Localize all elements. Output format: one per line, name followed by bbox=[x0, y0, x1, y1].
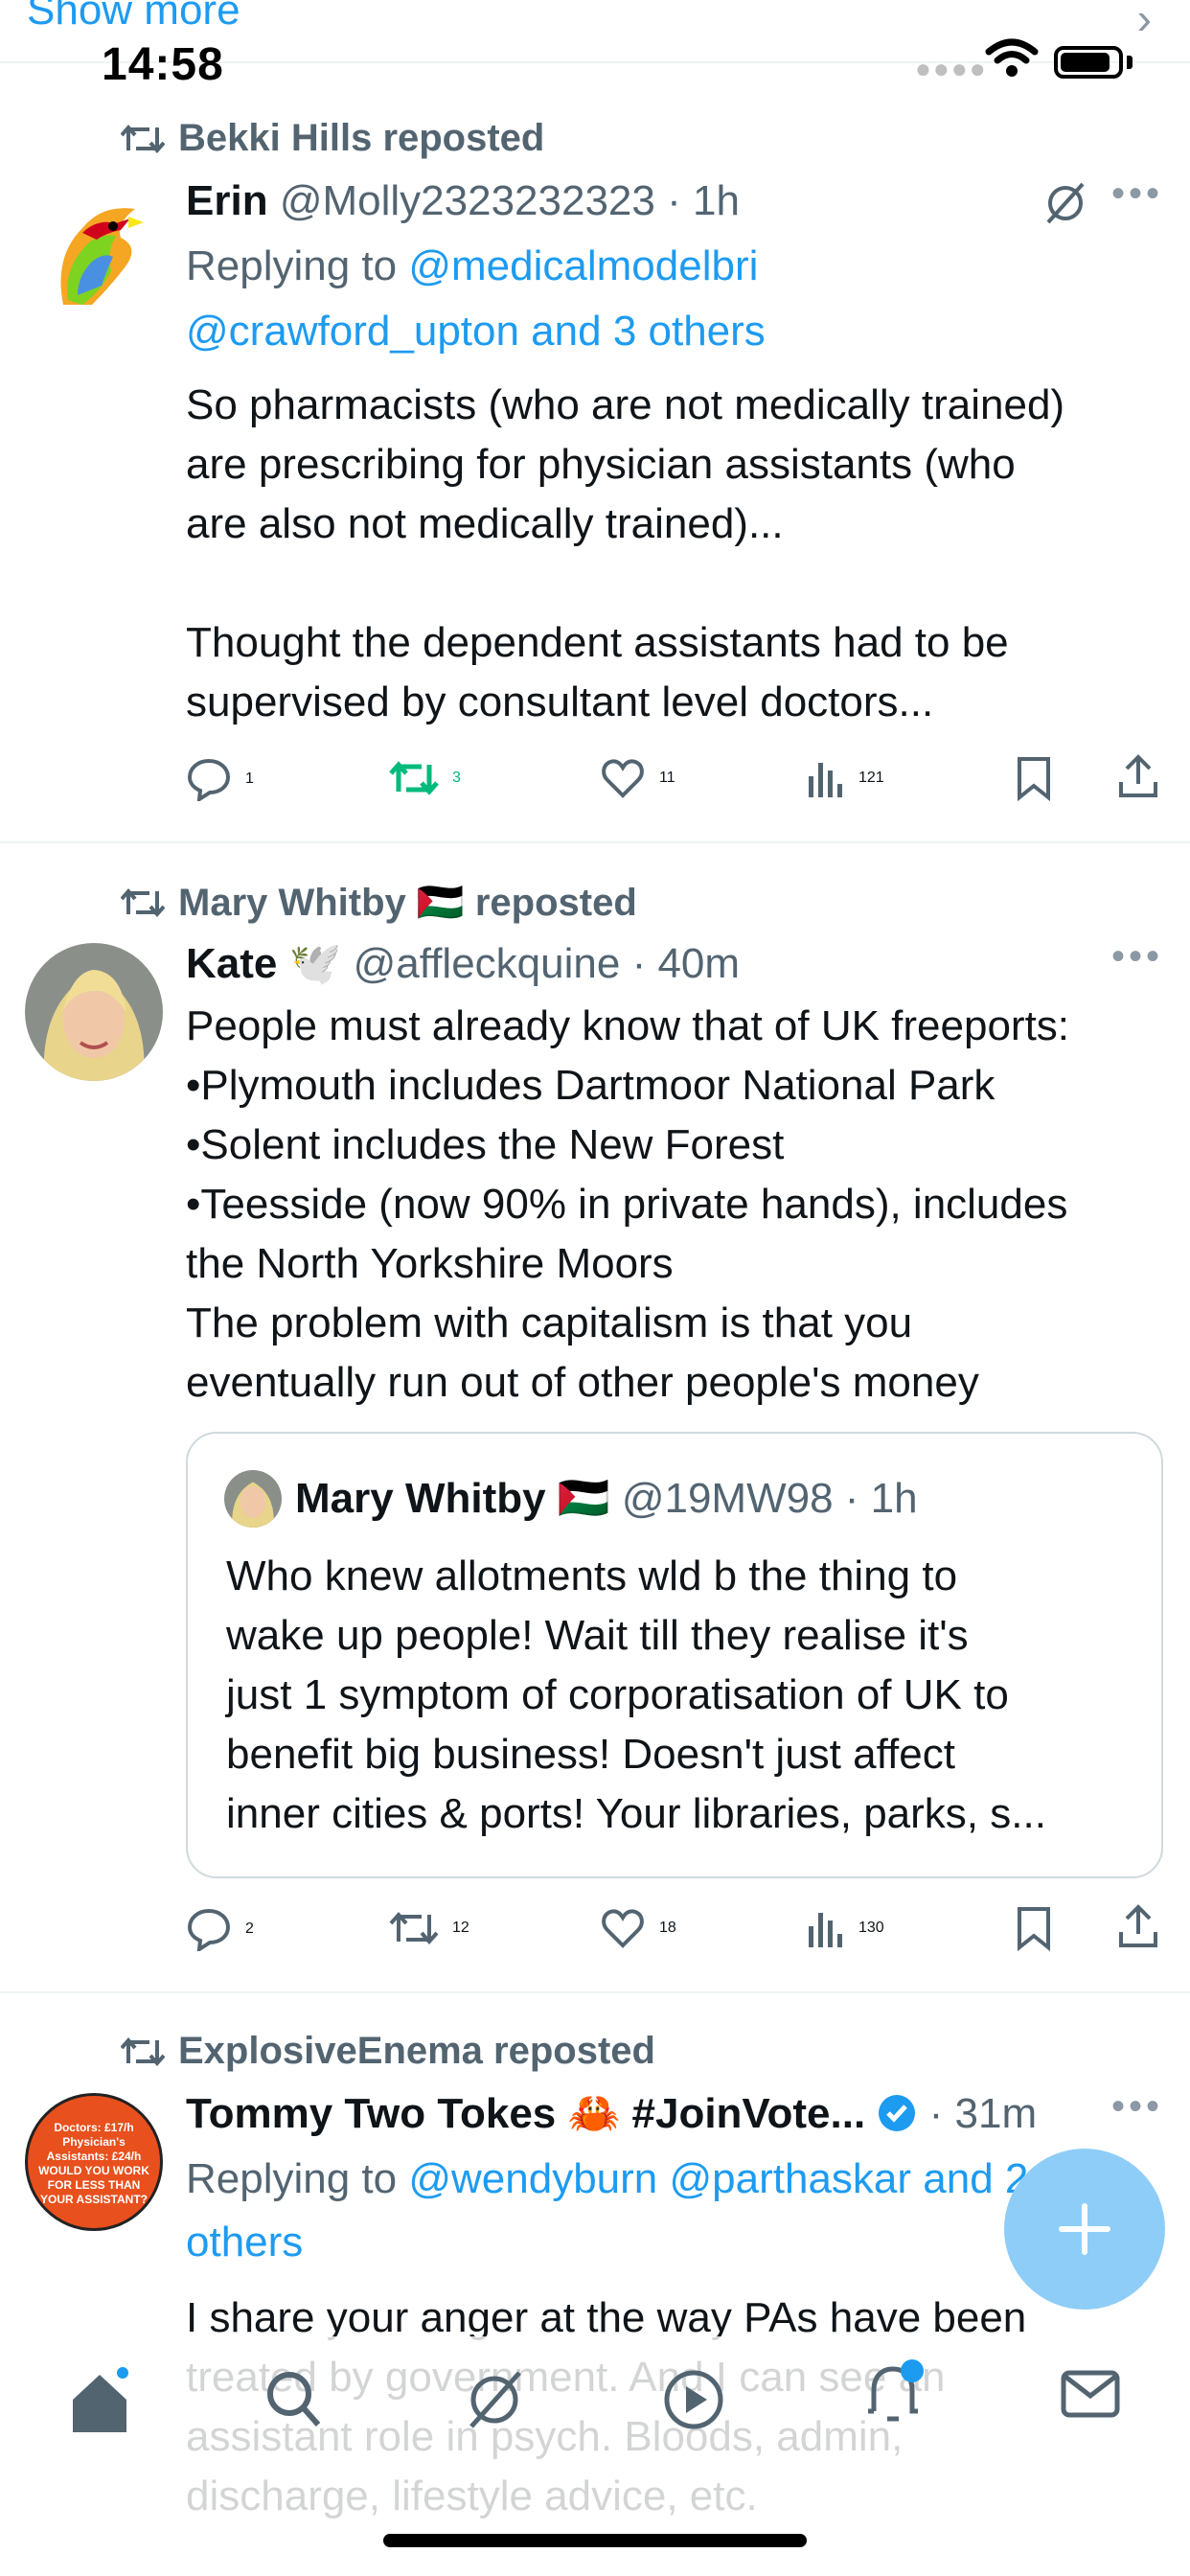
avatar[interactable] bbox=[25, 180, 163, 318]
repost-icon bbox=[121, 2036, 165, 2066]
grok-icon[interactable] bbox=[464, 2367, 525, 2432]
tweet-text: So pharmacists (who are not medically tr… bbox=[186, 381, 1065, 725]
heart-icon bbox=[602, 759, 644, 798]
tweet-header: Kate 🕊️ @affleckquine · 40m bbox=[186, 937, 740, 991]
views-button[interactable]: 130 bbox=[807, 1907, 884, 1949]
reply-button[interactable]: 1 bbox=[186, 757, 254, 801]
chevron-right-icon[interactable]: › bbox=[1137, 0, 1152, 44]
avatar[interactable] bbox=[25, 943, 163, 1081]
battery-tip bbox=[1127, 56, 1133, 69]
tweet-header: Tommy Two Tokes 🦀 #JoinVote... · 31m bbox=[186, 2087, 1037, 2141]
like-count: 11 bbox=[659, 770, 675, 786]
home-icon[interactable] bbox=[67, 2367, 132, 2436]
quote-avatar bbox=[224, 1470, 282, 1528]
repost-icon bbox=[121, 124, 165, 153]
share-icon[interactable] bbox=[1117, 1903, 1159, 1949]
views-count: 121 bbox=[858, 770, 884, 786]
quoted-tweet[interactable]: Mary Whitby 🇵🇸 @19MW98 · 1h Who knew all… bbox=[186, 1432, 1163, 1878]
bookmark-icon[interactable] bbox=[1016, 755, 1052, 801]
tweet-actions: 1 3 11 121 bbox=[0, 751, 1190, 809]
messages-icon[interactable] bbox=[1060, 2367, 1121, 2421]
reply-count: 2 bbox=[245, 1920, 254, 1937]
divider bbox=[0, 1991, 1190, 1993]
quote-time: · 1h bbox=[844, 1475, 918, 1522]
wifi-icon bbox=[985, 38, 1039, 77]
repost-label: ExplosiveEnema reposted bbox=[178, 2030, 655, 2072]
show-more-link[interactable]: Show more bbox=[27, 0, 240, 34]
mention-link[interactable]: others bbox=[186, 2216, 303, 2269]
avatar-image bbox=[25, 943, 163, 1081]
repost-button[interactable]: 12 bbox=[389, 1907, 469, 1949]
author-name[interactable]: Tommy Two Tokes 🦀 #JoinVote... bbox=[186, 2090, 865, 2137]
quote-header: Mary Whitby 🇵🇸 @19MW98 · 1h bbox=[295, 1472, 918, 1526]
replying-prefix: Replying to bbox=[186, 242, 409, 289]
more-options-icon[interactable]: ••• bbox=[1111, 935, 1163, 978]
repost-label: Bekki Hills reposted bbox=[178, 117, 545, 159]
tweet-time: · 31m bbox=[928, 2090, 1038, 2137]
repost-icon bbox=[389, 1911, 439, 1945]
repost-label: Mary Whitby 🇵🇸 reposted bbox=[178, 882, 637, 924]
reply-button[interactable]: 2 bbox=[186, 1907, 254, 1951]
avatar-image bbox=[224, 1470, 282, 1528]
avatar-image bbox=[25, 180, 163, 318]
battery-icon bbox=[1054, 46, 1123, 79]
bookmark-icon[interactable] bbox=[1016, 1905, 1052, 1951]
author-handle[interactable]: @Molly2323232323 bbox=[280, 177, 655, 224]
author-handle[interactable]: @affleckquine bbox=[354, 940, 621, 987]
reply-icon bbox=[187, 1908, 231, 1951]
reply-count: 1 bbox=[245, 770, 254, 787]
compose-button[interactable] bbox=[1004, 2149, 1165, 2310]
replying-prefix: Replying to bbox=[186, 2155, 409, 2202]
like-button[interactable]: 11 bbox=[600, 757, 675, 799]
views-count: 130 bbox=[858, 1920, 884, 1936]
tweet-actions: 2 12 18 130 bbox=[0, 1901, 1190, 1959]
quote-text: Who knew allotments wld b the thing to w… bbox=[226, 1552, 1046, 1837]
author-name[interactable]: Erin bbox=[186, 177, 268, 224]
mention-link[interactable]: @wendyburn @parthaskar and 2 bbox=[408, 2155, 1028, 2202]
home-indicator bbox=[383, 2534, 807, 2547]
tweet-text: People must already know that of UK free… bbox=[186, 1002, 1070, 1406]
reply-icon bbox=[187, 758, 231, 801]
repost-icon bbox=[121, 887, 165, 917]
grok-icon[interactable] bbox=[1042, 180, 1088, 226]
search-icon[interactable] bbox=[263, 2367, 324, 2432]
repost-button[interactable]: 3 bbox=[389, 757, 461, 799]
repost-count: 12 bbox=[452, 1920, 469, 1936]
tweet-time: · 40m bbox=[631, 940, 741, 987]
repost-indicator[interactable]: ExplosiveEnema reposted bbox=[121, 2030, 655, 2073]
mention-link[interactable]: @medicalmodelbri bbox=[408, 242, 758, 289]
replying-to: Replying to @medicalmodelbri bbox=[186, 240, 758, 293]
divider bbox=[0, 841, 1190, 843]
verified-badge-icon bbox=[879, 2095, 916, 2131]
like-count: 18 bbox=[659, 1920, 676, 1936]
status-time: 14:58 bbox=[102, 39, 224, 90]
repost-icon bbox=[389, 761, 439, 795]
share-icon[interactable] bbox=[1117, 753, 1159, 799]
heart-icon bbox=[602, 1909, 644, 1948]
plus-icon bbox=[1059, 2203, 1110, 2255]
mention-link[interactable]: @crawford_upton and 3 others bbox=[186, 305, 766, 358]
cellular-signal-icon: ●●●● bbox=[915, 54, 988, 83]
video-icon[interactable] bbox=[661, 2367, 726, 2432]
tweet-time: · 1h bbox=[667, 177, 740, 224]
quote-author-handle: @19MW98 bbox=[621, 1475, 834, 1522]
avatar-text: Doctors: £17/h Physician's Assistants: £… bbox=[38, 2121, 149, 2206]
more-options-icon[interactable]: ••• bbox=[1111, 2085, 1163, 2128]
repost-indicator[interactable]: Mary Whitby 🇵🇸 reposted bbox=[121, 880, 637, 925]
analytics-icon bbox=[809, 763, 842, 797]
notifications-icon[interactable] bbox=[860, 2358, 929, 2430]
repost-indicator[interactable]: Bekki Hills reposted bbox=[121, 117, 544, 160]
author-name[interactable]: Kate 🕊️ bbox=[186, 940, 341, 987]
tweet-header: Erin @Molly2323232323 · 1h bbox=[186, 174, 740, 228]
views-button[interactable]: 121 bbox=[807, 757, 884, 799]
quote-author-name: Mary Whitby 🇵🇸 bbox=[295, 1475, 610, 1522]
more-options-icon[interactable]: ••• bbox=[1111, 172, 1163, 216]
analytics-icon bbox=[809, 1913, 842, 1947]
replying-to: Replying to @wendyburn @parthaskar and 2 bbox=[186, 2152, 1028, 2206]
repost-count: 3 bbox=[452, 770, 461, 786]
avatar[interactable]: Doctors: £17/h Physician's Assistants: £… bbox=[25, 2093, 163, 2231]
like-button[interactable]: 18 bbox=[600, 1907, 676, 1949]
